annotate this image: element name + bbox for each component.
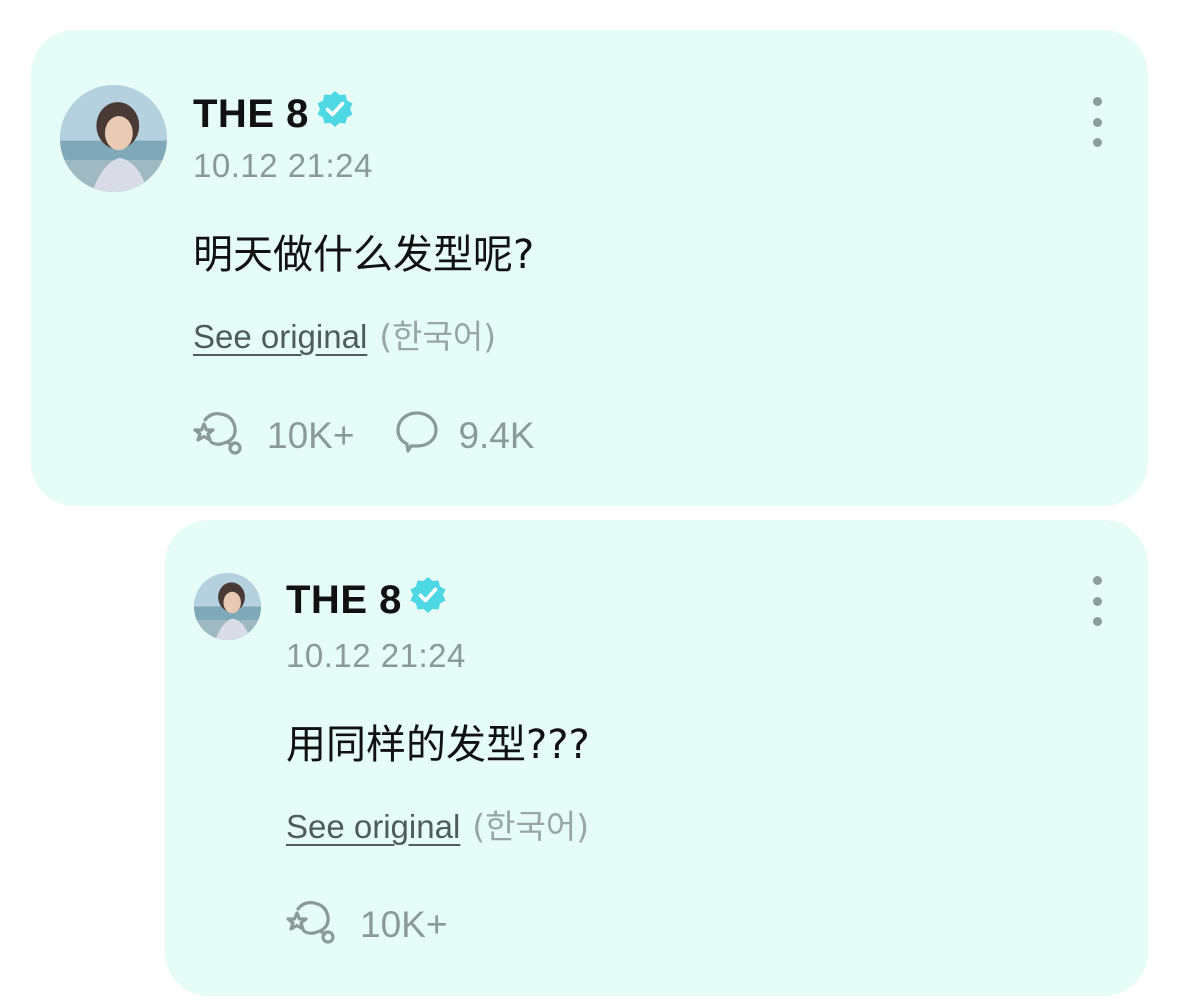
more-dot — [1092, 117, 1102, 127]
avatar-photo — [194, 573, 261, 640]
avatar[interactable] — [60, 85, 167, 192]
more-vertical-icon[interactable] — [1085, 576, 1109, 626]
author-row: THE 8 — [286, 576, 448, 624]
post-card[interactable]: THE 8 10.12 21:24 明天做什么发型呢? See original… — [31, 30, 1148, 506]
verified-badge-icon — [408, 575, 448, 625]
verified-badge-icon — [315, 89, 355, 139]
avatar-photo — [60, 85, 167, 192]
like-button[interactable]: 10K+ — [193, 408, 354, 465]
reply-card[interactable]: THE 8 10.12 21:24 用同样的发型??? See original… — [165, 520, 1148, 996]
more-dot — [1092, 97, 1102, 106]
author-name[interactable]: THE 8 — [286, 578, 402, 623]
stats-row: 10K+ — [286, 900, 447, 949]
like-reaction-icon — [193, 408, 245, 465]
more-dot — [1092, 617, 1102, 626]
like-button[interactable]: 10K+ — [286, 897, 447, 954]
comment-count: 9.4K — [458, 415, 535, 456]
translate-row: See original (한국어) — [286, 800, 589, 848]
timestamp: 10.12 21:24 — [286, 637, 466, 674]
more-dot — [1092, 596, 1102, 606]
timestamp: 10.12 21:24 — [193, 147, 373, 184]
avatar[interactable] — [194, 573, 261, 640]
post-text: 明天做什么发型呢? — [193, 232, 535, 278]
original-language: (한국어) — [379, 317, 497, 356]
more-vertical-icon[interactable] — [1085, 97, 1109, 147]
more-dot — [1092, 138, 1102, 147]
see-original-link[interactable]: See original — [193, 318, 367, 356]
more-dot — [1092, 576, 1102, 585]
comment-bubble-icon — [394, 409, 440, 464]
original-language: (한국어) — [472, 807, 590, 846]
reply-text: 用同样的发型??? — [286, 722, 590, 768]
comment-button[interactable]: 9.4K — [394, 409, 535, 464]
like-count: 10K+ — [360, 904, 448, 945]
stats-row: 10K+ 9.4K — [193, 410, 535, 460]
translate-row: See original (한국어) — [193, 310, 496, 358]
like-count: 10K+ — [267, 415, 355, 456]
see-original-link[interactable]: See original — [286, 808, 460, 846]
author-name[interactable]: THE 8 — [193, 92, 309, 137]
author-row: THE 8 — [193, 90, 355, 138]
like-reaction-icon — [286, 897, 338, 954]
